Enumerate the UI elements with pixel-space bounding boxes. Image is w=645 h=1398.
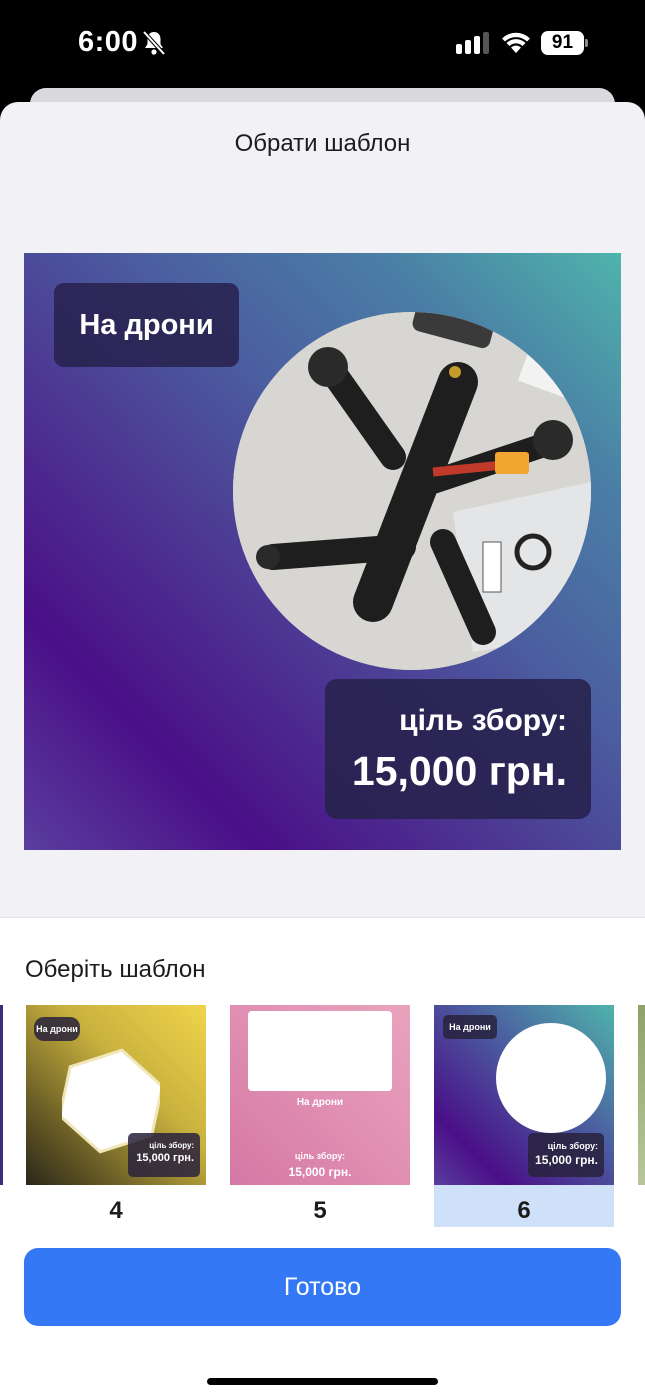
thumbnail-goal-amount: 15,000 грн. (136, 1152, 194, 1164)
preview-title-tag: На дрони (54, 283, 239, 367)
thumbnail-goal-tag: ціль збору: 15,000 грн. (528, 1133, 604, 1177)
template-thumbnail-6[interactable]: На дрони ціль збору: 15,000 грн. (434, 1005, 614, 1185)
battery-icon: 91 (541, 31, 589, 55)
thumbnail-goal-label: ціль збору: (149, 1141, 194, 1150)
sheet-title: Обрати шаблон (234, 130, 411, 157)
bell-slash-icon (142, 30, 166, 56)
template-option-4[interactable]: На дрони ціль збору: 15,000 грн. 4 (26, 1005, 206, 1227)
thumbnail-goal-label: ціль збору: (547, 1141, 598, 1151)
template-sheet: Обрати шаблон На дрони ціль збору: 15,00… (0, 102, 645, 1398)
status-bar: 6:00 91 (0, 0, 645, 90)
template-thumbnail-partial-left[interactable] (0, 1005, 3, 1185)
status-time: 6:00 (78, 26, 139, 58)
preview-goal-label: ціль збору: (399, 704, 567, 737)
template-thumbnail-5[interactable]: На дрони ціль збору: 15,000 грн. (230, 1005, 410, 1185)
template-number-5: 5 (313, 1197, 327, 1224)
template-thumbnail-partial-right[interactable] (638, 1005, 645, 1185)
signal-icon (456, 32, 489, 54)
thumbnail-goal-amount: 15,000 грн. (288, 1165, 352, 1179)
wifi-icon (502, 32, 530, 53)
thumbnail-title-tag: На дрони (443, 1015, 497, 1039)
thumbnail-photo-frame (248, 1011, 392, 1091)
template-thumbnail-4[interactable]: На дрони ціль збору: 15,000 грн. (26, 1005, 206, 1185)
template-picker-panel: Оберіть шаблон На дрони ціль збору: 15,0… (0, 917, 645, 1398)
thumbnail-title-tag: На дрони (296, 1097, 344, 1108)
preview-goal-tag: ціль збору: 15,000 грн. (325, 679, 591, 819)
preview-goal-amount: 15,000 грн. (351, 748, 567, 794)
thumbnail-title-tag: На дрони (34, 1017, 80, 1041)
thumbnail-photo-circle (496, 1023, 606, 1133)
drone-icon (233, 312, 591, 670)
template-option-6[interactable]: На дрони ціль збору: 15,000 грн. 6 (434, 1005, 614, 1227)
drone-photo (233, 312, 591, 670)
template-option-5[interactable]: На дрони ціль збору: 15,000 грн. 5 (230, 1005, 410, 1227)
home-indicator[interactable] (207, 1378, 438, 1385)
template-preview: На дрони ціль збору: 15,000 грн. (24, 253, 621, 850)
template-number-6: 6 (517, 1197, 531, 1224)
done-button[interactable]: Готово (24, 1248, 621, 1326)
thumbnail-goal-amount: 15,000 грн. (535, 1153, 598, 1167)
thumbnail-goal-tag: ціль збору: 15,000 грн. (128, 1133, 200, 1177)
battery-level: 91 (541, 31, 584, 55)
thumbnail-goal-label: ціль збору: (294, 1151, 346, 1161)
template-number-4: 4 (109, 1197, 123, 1224)
battery-tip (585, 39, 588, 47)
template-picker-heading: Оберіть шаблон (25, 956, 206, 983)
